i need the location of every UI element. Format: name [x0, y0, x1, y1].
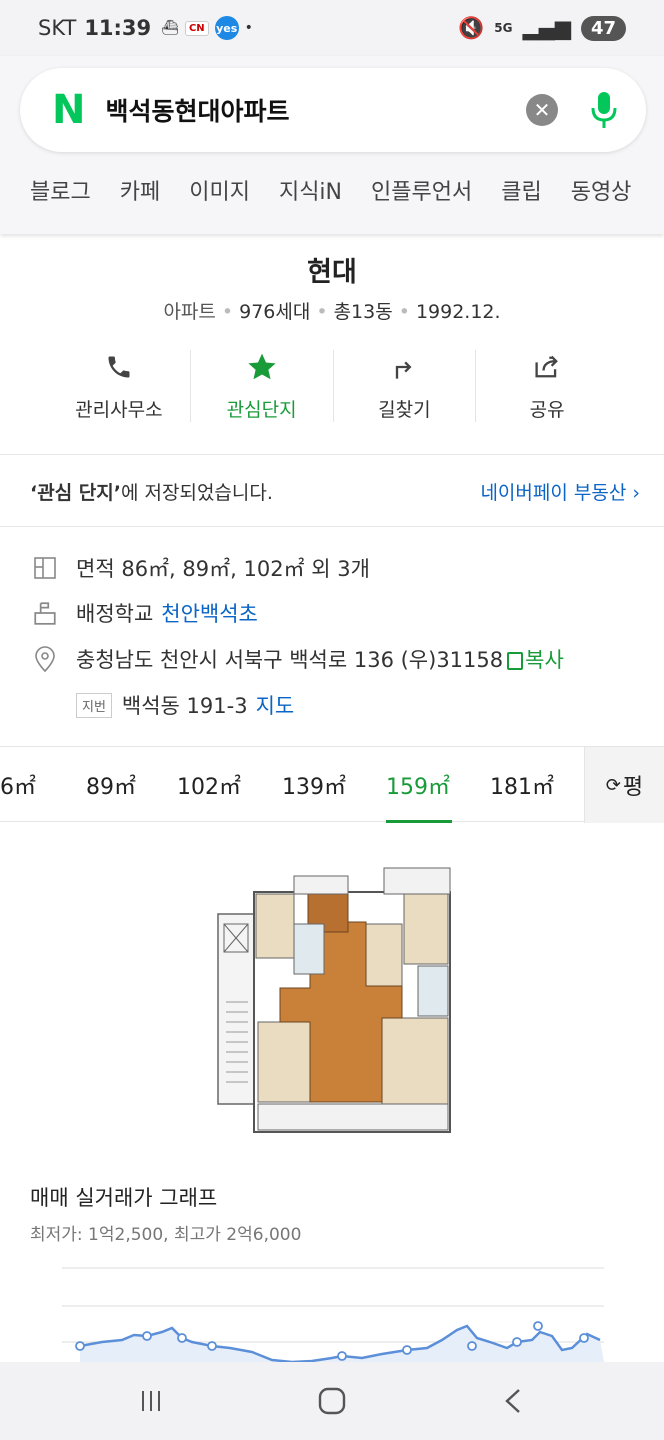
search-box[interactable]: N 백석동현대아파트 ✕: [20, 68, 646, 152]
area-value: 86㎡, 89㎡, 102㎡ 외 3개: [121, 557, 370, 581]
location-pin-icon: [30, 644, 60, 674]
clear-icon[interactable]: ✕: [526, 94, 558, 126]
yes-badge-icon: yes: [214, 16, 239, 40]
area-row: 면적 86㎡, 89㎡, 102㎡ 외 3개: [30, 553, 640, 583]
phone-icon: [105, 350, 133, 384]
lot-tag: 지번: [76, 692, 112, 718]
size-tabs: 86㎡ 89㎡ 102㎡ 139㎡ 159㎡ 181㎡ ⟳평: [0, 746, 664, 823]
area-label: 면적: [76, 557, 115, 581]
recent-apps-icon[interactable]: [121, 1371, 181, 1431]
households: 976세대: [239, 301, 311, 323]
star-icon: [246, 350, 278, 384]
signal-icon: ▂▄▆: [522, 16, 571, 40]
search-tabs: 블로그 카페 이미지 지식iN 인플루언서 클립 동영상: [30, 174, 631, 206]
tab-image[interactable]: 이미지: [189, 174, 250, 206]
school-row: 배정학교 천안백석초: [30, 598, 640, 628]
home-icon[interactable]: [302, 1371, 362, 1431]
favorite-button[interactable]: 관심단지: [191, 350, 334, 422]
active-tab-indicator: [386, 820, 452, 823]
network-icon: 5G: [494, 21, 513, 35]
divider: [0, 526, 664, 527]
cn-badge-icon: CN: [184, 20, 209, 36]
size-tab-89[interactable]: 89㎡: [86, 769, 136, 801]
office-label: 관리사무소: [75, 399, 163, 421]
graph-summary: 최저가: 1억2,500, 최고가 2억6,000: [30, 1225, 302, 1245]
divider: [0, 454, 664, 455]
carrier: SKT: [38, 16, 77, 40]
apartment-type: 아파트: [163, 301, 216, 323]
size-tab-139[interactable]: 139㎡: [282, 769, 346, 801]
refresh-icon: ⟳: [605, 774, 621, 796]
tab-influencer[interactable]: 인플루언서: [371, 174, 472, 206]
directions-label: 길찾기: [378, 399, 431, 421]
tab-clip[interactable]: 클립: [501, 174, 541, 206]
size-tab-86[interactable]: 86㎡: [0, 769, 36, 801]
mute-icon: 🔇: [458, 15, 485, 40]
dot-icon: •: [244, 20, 253, 36]
share-label: 공유: [529, 399, 565, 421]
clock: 11:39: [84, 16, 152, 40]
copy-button[interactable]: 복사: [507, 644, 564, 674]
school-link[interactable]: 천안백석초: [161, 598, 258, 628]
battery-icon: 47: [580, 15, 626, 41]
back-icon[interactable]: [483, 1371, 543, 1431]
address-row: 충청남도 천안시 서북구 백석로 136 (우)31158 복사: [30, 644, 640, 674]
apartment-meta: 아파트 • 976세대 • 총13동 • 1992.12.: [163, 301, 501, 323]
floorplan-image[interactable]: [214, 862, 454, 1137]
naver-logo[interactable]: N: [52, 87, 85, 133]
tab-kin[interactable]: 지식iN: [279, 174, 342, 206]
pyeong-toggle-button[interactable]: ⟳ 평: [584, 747, 664, 823]
floorplan-icon: [30, 553, 60, 583]
apartment-title: 현대: [307, 257, 357, 288]
copy-icon: [507, 652, 524, 670]
lot-row: 지번 백석동 191-3 지도: [76, 690, 664, 720]
search-input[interactable]: 백석동현대아파트: [105, 92, 526, 128]
status-bar: SKT 11:39 ⛴ CN yes • 🔇 5G ▂▄▆ 47: [0, 0, 664, 56]
saved-notice-bold: ‘관심 단지’: [30, 482, 121, 504]
action-bar: 관리사무소 관심단지 길찾기 공유: [48, 350, 618, 422]
size-tab-181[interactable]: 181㎡: [490, 769, 554, 801]
tab-video[interactable]: 동영상: [571, 174, 632, 206]
tab-blog[interactable]: 블로그: [30, 174, 91, 206]
address-text: 충청남도 천안시 서북구 백석로 136 (우)31158: [76, 648, 504, 672]
saved-notice-text: 에 저장되었습니다.: [120, 482, 273, 504]
naverpay-realestate-link[interactable]: 네이버페이 부동산 ›: [480, 478, 640, 505]
price-chart[interactable]: [62, 1262, 604, 1364]
boat-icon: ⛴: [161, 20, 179, 36]
favorite-label: 관심단지: [226, 399, 297, 421]
search-header: N 백석동현대아파트 ✕ 블로그 카페 이미지 지식iN 인플루언서 클립 동영…: [0, 56, 664, 234]
directions-icon: [390, 350, 418, 384]
share-button[interactable]: 공유: [476, 350, 618, 422]
size-tab-102[interactable]: 102㎡: [177, 769, 241, 801]
office-button[interactable]: 관리사무소: [48, 350, 191, 422]
built-date: 1992.12.: [415, 301, 501, 323]
system-nav-bar: [0, 1362, 664, 1440]
chevron-right-icon: ›: [632, 482, 640, 504]
share-icon: [532, 350, 562, 384]
school-label: 배정학교: [76, 602, 154, 626]
tab-cafe[interactable]: 카페: [120, 174, 160, 206]
school-icon: [30, 598, 60, 628]
saved-notice: ‘관심 단지’ 에 저장되었습니다. 네이버페이 부동산 ›: [30, 478, 640, 505]
directions-button[interactable]: 길찾기: [334, 350, 477, 422]
microphone-icon[interactable]: [586, 88, 622, 132]
map-link[interactable]: 지도: [256, 690, 295, 720]
lot-number: 백석동 191-3: [121, 694, 248, 718]
buildings: 총13동: [333, 301, 393, 323]
graph-title: 매매 실거래가 그래프: [30, 1186, 218, 1210]
size-tab-159[interactable]: 159㎡: [386, 769, 450, 801]
